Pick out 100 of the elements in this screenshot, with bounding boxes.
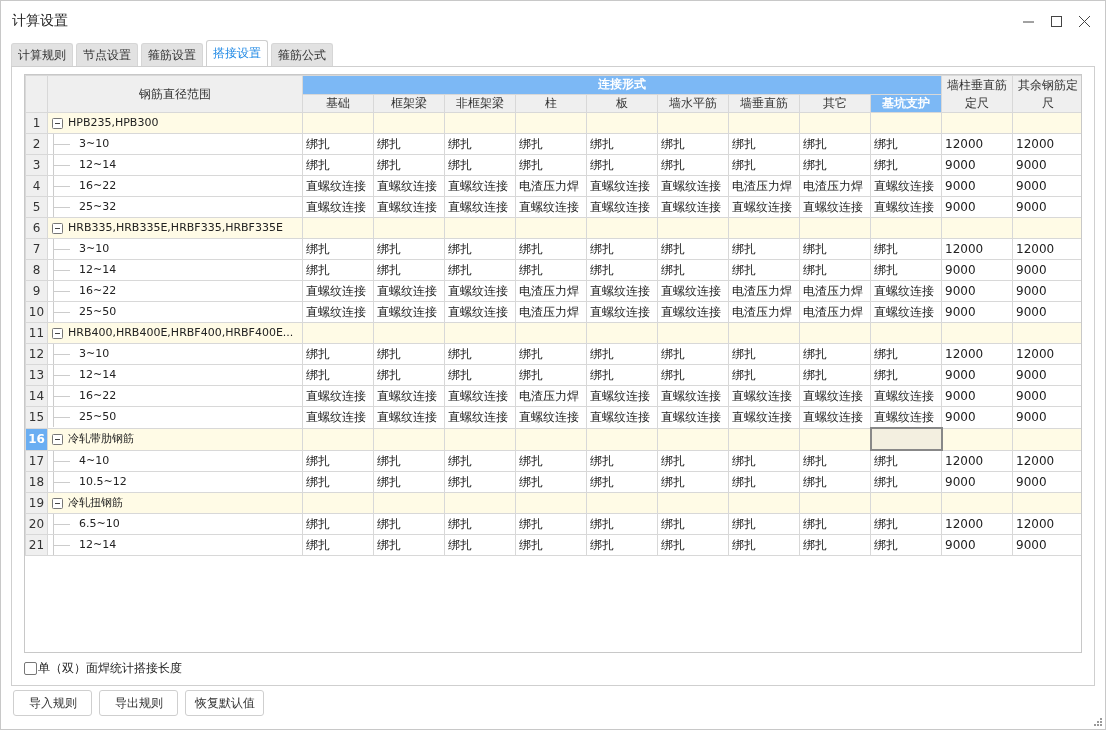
row-header[interactable]: 19 [25,492,48,514]
table-cell[interactable]: 绑扎 [870,471,942,493]
table-cell[interactable]: 9000 [941,154,1013,176]
table-cell[interactable]: 绑扎 [515,471,587,493]
table-cell[interactable]: 绑扎 [373,364,445,386]
table-cell[interactable]: 绑扎 [302,364,374,386]
tab[interactable]: 箍筋设置 [141,43,203,66]
table-cell[interactable]: 直螺纹连接 [586,301,658,323]
table-cell[interactable]: 绑扎 [515,513,587,535]
table-cell[interactable]: 电渣压力焊 [515,280,587,302]
table-cell[interactable]: 绑扎 [586,450,658,472]
table-cell[interactable]: 直螺纹连接 [373,301,445,323]
table-cell[interactable]: 绑扎 [870,364,942,386]
table-cell[interactable]: 绑扎 [799,133,871,155]
table-cell[interactable]: 直螺纹连接 [870,175,942,197]
table-cell[interactable]: 绑扎 [586,259,658,281]
table-cell[interactable]: 绑扎 [799,471,871,493]
table-cell[interactable]: 绑扎 [444,154,516,176]
table-cell[interactable]: 绑扎 [373,133,445,155]
action-button[interactable]: 导出规则 [99,690,178,716]
table-cell[interactable]: 绑扎 [657,154,729,176]
table-cell[interactable]: 绑扎 [870,238,942,260]
table-cell[interactable]: 直螺纹连接 [799,196,871,218]
table-cell[interactable]: 12000 [941,513,1013,535]
table-cell[interactable]: 电渣压力焊 [515,175,587,197]
table-cell[interactable]: 绑扎 [515,238,587,260]
table-cell[interactable]: 电渣压力焊 [728,280,800,302]
table-cell[interactable]: 绑扎 [444,259,516,281]
table-cell[interactable]: 直螺纹连接 [444,385,516,407]
table-cell[interactable]: 12000 [941,133,1013,155]
table-cell[interactable]: 绑扎 [444,534,516,556]
table-cell[interactable]: 绑扎 [870,154,942,176]
table-cell[interactable]: 直螺纹连接 [657,406,729,428]
table-cell[interactable]: 直螺纹连接 [444,280,516,302]
table-cell[interactable]: 电渣压力焊 [799,301,871,323]
table-cell[interactable]: 绑扎 [799,259,871,281]
table-cell[interactable]: 直螺纹连接 [657,175,729,197]
table-cell[interactable]: 绑扎 [444,238,516,260]
row-header[interactable]: 4 [25,175,48,197]
table-cell[interactable]: 直螺纹连接 [444,175,516,197]
table-cell[interactable]: 直螺纹连接 [373,385,445,407]
table-cell[interactable]: 绑扎 [515,154,587,176]
table-cell[interactable]: 绑扎 [444,133,516,155]
table-cell[interactable]: 绑扎 [657,133,729,155]
table-cell[interactable]: 绑扎 [302,154,374,176]
table-cell[interactable]: 绑扎 [302,238,374,260]
table-cell[interactable]: 绑扎 [515,534,587,556]
table-cell[interactable]: 直螺纹连接 [870,301,942,323]
table-cell[interactable]: 绑扎 [302,343,374,365]
table-cell[interactable]: 绑扎 [870,513,942,535]
table-cell[interactable]: 直螺纹连接 [373,196,445,218]
row-header[interactable]: 8 [25,259,48,281]
table-cell[interactable]: 绑扎 [799,364,871,386]
table-cell[interactable]: 绑扎 [799,343,871,365]
table-cell[interactable]: 直螺纹连接 [657,301,729,323]
table-cell[interactable]: 绑扎 [515,450,587,472]
table-cell[interactable]: 直螺纹连接 [657,196,729,218]
table-cell[interactable]: 直螺纹连接 [799,406,871,428]
table-cell[interactable]: 绑扎 [728,238,800,260]
table-cell[interactable]: 绑扎 [444,364,516,386]
table-cell[interactable]: 绑扎 [728,133,800,155]
table-cell[interactable]: 绑扎 [373,259,445,281]
table-cell[interactable]: 绑扎 [657,364,729,386]
table-cell[interactable]: 直螺纹连接 [870,385,942,407]
table-cell[interactable]: 电渣压力焊 [515,301,587,323]
table-cell[interactable]: 直螺纹连接 [302,301,374,323]
table-cell[interactable]: 9000 [941,175,1013,197]
table-cell[interactable]: 直螺纹连接 [657,280,729,302]
table-cell[interactable]: 绑扎 [302,534,374,556]
table-cell[interactable]: 绑扎 [728,471,800,493]
table-cell[interactable]: 直螺纹连接 [870,196,942,218]
table-cell[interactable]: 绑扎 [373,154,445,176]
table-cell[interactable] [870,428,942,450]
table-cell[interactable]: 绑扎 [302,471,374,493]
tab[interactable]: 计算规则 [11,43,73,66]
table-cell[interactable]: 绑扎 [870,133,942,155]
tab[interactable]: 箍筋公式 [271,43,333,66]
row-header[interactable]: 20 [25,513,48,535]
table-cell[interactable]: 绑扎 [444,343,516,365]
table-cell[interactable]: 直螺纹连接 [302,196,374,218]
table-cell[interactable]: 直螺纹连接 [799,385,871,407]
table-cell[interactable]: 绑扎 [586,133,658,155]
table-cell[interactable]: 电渣压力焊 [799,175,871,197]
collapse-icon[interactable] [52,497,63,509]
table-cell[interactable]: 直螺纹连接 [586,406,658,428]
table-cell[interactable]: 绑扎 [302,513,374,535]
table-cell[interactable]: 直螺纹连接 [302,175,374,197]
table-cell[interactable]: 绑扎 [657,471,729,493]
table-cell[interactable]: 绑扎 [373,343,445,365]
table-cell[interactable]: 9000 [941,196,1013,218]
table-cell[interactable]: 电渣压力焊 [728,301,800,323]
table-cell[interactable]: 直螺纹连接 [586,280,658,302]
row-header[interactable]: 9 [25,280,48,302]
row-header[interactable]: 21 [25,534,48,556]
row-header[interactable]: 15 [25,406,48,428]
table-cell[interactable]: 绑扎 [657,238,729,260]
table-cell[interactable]: 直螺纹连接 [586,175,658,197]
table-cell[interactable]: 直螺纹连接 [728,385,800,407]
table-cell[interactable]: 9000 [941,364,1013,386]
table-cell[interactable]: 绑扎 [586,364,658,386]
